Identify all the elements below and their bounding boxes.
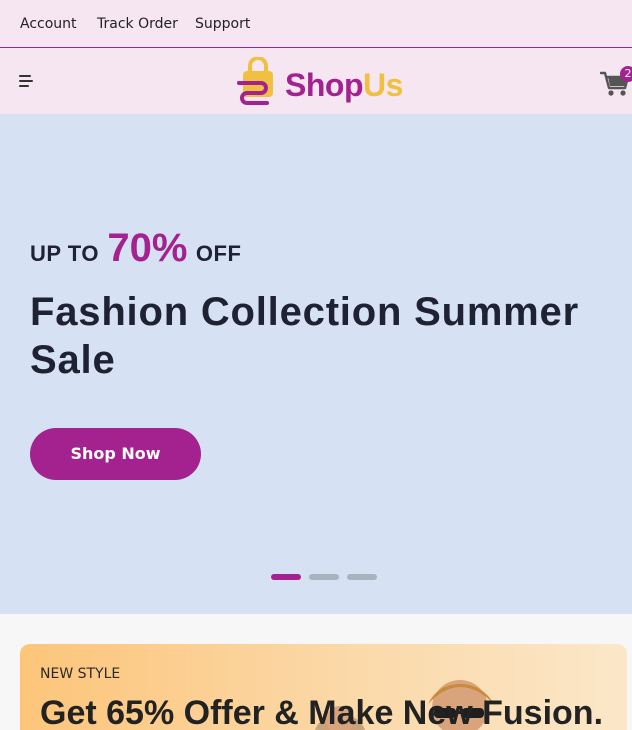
slider-dot-3[interactable] <box>347 574 377 580</box>
promo-prefix: UP TO <box>30 241 99 266</box>
slider-dot-2[interactable] <box>309 574 339 580</box>
hamburger-icon[interactable] <box>19 75 35 89</box>
hero-slider: UP TO 70% OFF Fashion Collection Summer … <box>0 114 632 614</box>
support-link[interactable]: Support <box>195 16 250 32</box>
slider-dot-1[interactable] <box>271 574 301 580</box>
promo-title: Get 65% Offer & Make New Fusion. <box>40 694 604 730</box>
promo-suffix: OFF <box>195 241 242 266</box>
promo-value: 70% <box>107 226 188 270</box>
brand-name: ShopUs <box>285 67 403 103</box>
top-bar: Account Track Order Support <box>0 0 632 48</box>
hero-title: Fashion Collection Summer Sale <box>30 290 579 382</box>
site-header: ShopUs 2 <box>0 48 632 114</box>
account-link[interactable]: Account <box>20 16 77 32</box>
cart-count-badge: 2 <box>620 66 632 82</box>
hero-promo-line: UP TO 70% OFF <box>30 226 241 271</box>
promo-banner[interactable]: NEW STYLE Get 65% Offer & Make New Fusio… <box>20 644 627 730</box>
site-logo[interactable]: ShopUs <box>237 57 412 105</box>
shopping-bag-icon <box>237 57 273 105</box>
shop-now-button[interactable]: Shop Now <box>30 428 201 480</box>
promo-tag: NEW STYLE <box>40 666 121 682</box>
track-order-link[interactable]: Track Order <box>97 16 178 32</box>
